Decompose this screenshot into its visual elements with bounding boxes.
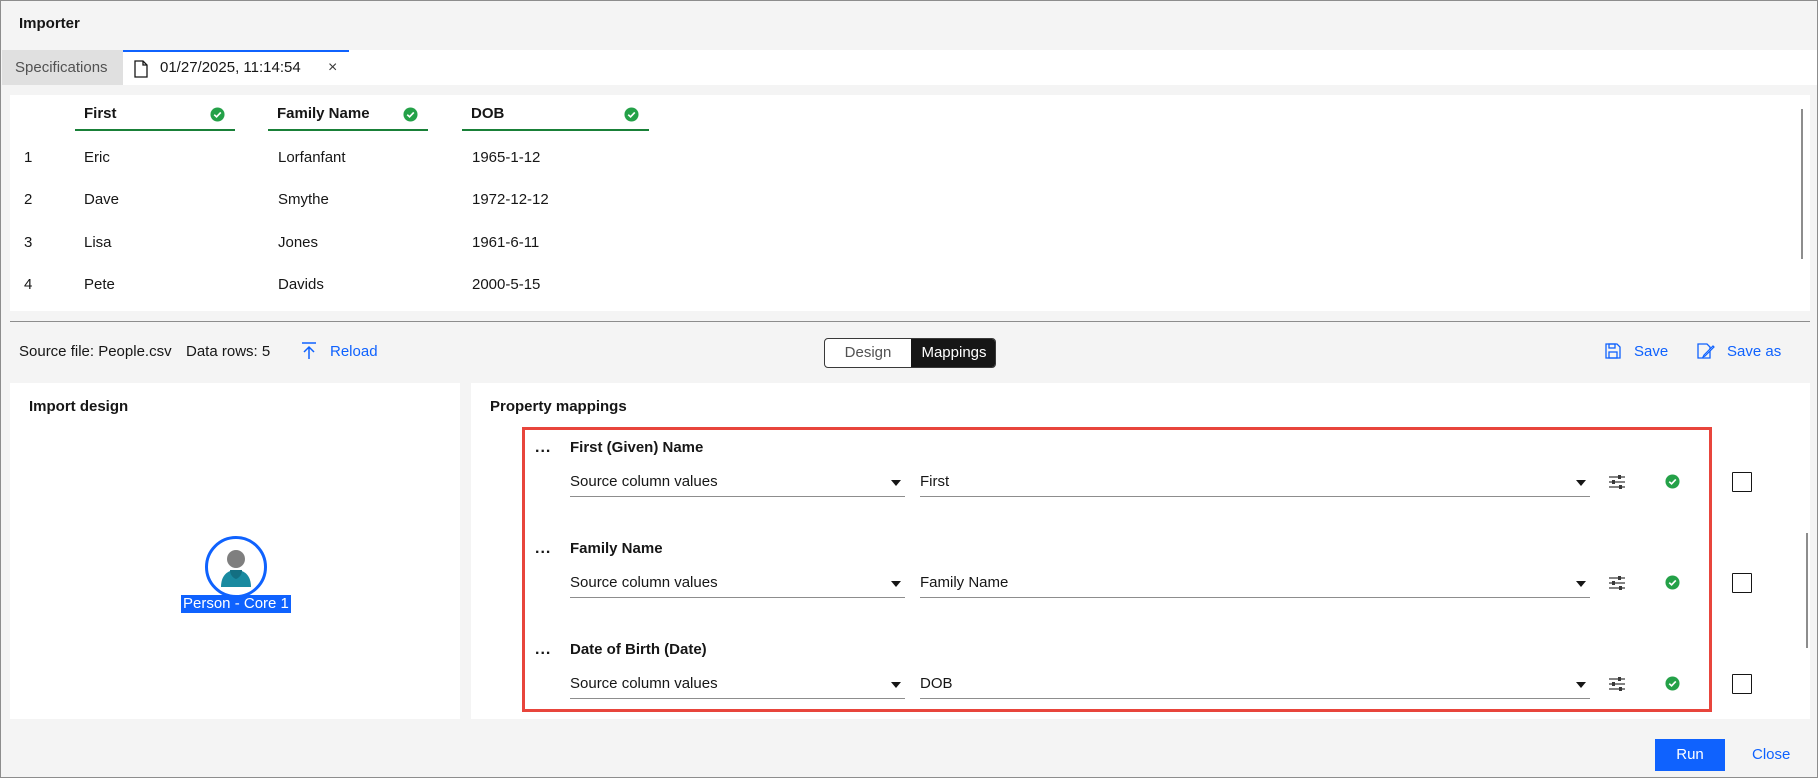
run-button[interactable]: Run	[1655, 739, 1725, 771]
column-header-dob[interactable]: DOB	[462, 101, 649, 131]
mappings-toggle[interactable]: Mappings	[911, 339, 995, 367]
document-icon	[134, 60, 148, 78]
property-mappings-panel: Property mappings ... First (Given) Name…	[471, 383, 1810, 719]
importer-window: Importer Specifications 01/27/2025, 11:1…	[0, 0, 1818, 778]
settings-adjust-icon[interactable]	[1609, 475, 1625, 489]
property-mappings-title: Property mappings	[490, 398, 627, 415]
save-as-icon	[1697, 343, 1715, 359]
mapping-mode-select[interactable]: Source column values	[570, 669, 905, 699]
mapping-row-first-name: ... First (Given) Name Source column val…	[471, 435, 1810, 525]
mapping-label: Family Name	[570, 540, 663, 557]
table-cell: Jones	[278, 234, 319, 251]
check-circle-icon	[210, 107, 225, 122]
table-cell: 2000-5-15	[472, 276, 541, 293]
source-column-select[interactable]: First	[920, 467, 1590, 497]
grid-scrollbar[interactable]	[1801, 109, 1803, 259]
mapping-mode-value: Source column values	[570, 473, 718, 490]
check-circle-icon	[403, 107, 418, 122]
source-file-text: Source file: People.csv	[19, 343, 172, 360]
table-cell: 1965-1-12	[472, 149, 541, 166]
mapping-row-dob: ... Date of Birth (Date) Source column v…	[471, 637, 1810, 727]
mapping-checkbox[interactable]	[1732, 472, 1752, 492]
mappings-scrollbar[interactable]	[1806, 533, 1808, 648]
source-column-select[interactable]: Family Name	[920, 568, 1590, 598]
tab-specifications[interactable]: Specifications	[2, 50, 123, 85]
mapping-mode-select[interactable]: Source column values	[570, 467, 905, 497]
mapping-mode-select[interactable]: Source column values	[570, 568, 905, 598]
table-cell: Smythe	[278, 191, 329, 208]
close-button[interactable]: Close	[1752, 746, 1790, 763]
caret-down-icon	[891, 480, 901, 486]
mapping-checkbox[interactable]	[1732, 674, 1752, 694]
mapping-label: First (Given) Name	[570, 439, 704, 456]
save-label: Save	[1634, 343, 1669, 360]
table-cell: Lisa	[84, 234, 112, 251]
mapping-mode-value: Source column values	[570, 675, 718, 692]
check-circle-icon	[1665, 575, 1680, 590]
mapping-checkbox[interactable]	[1732, 573, 1752, 593]
table-cell: Pete	[84, 276, 115, 293]
person-avatar-icon	[221, 550, 251, 587]
tab-bar: Specifications 01/27/2025, 11:14:54 ×	[2, 50, 1817, 85]
save-as-label: Save as	[1727, 343, 1782, 360]
import-design-title: Import design	[29, 398, 129, 415]
data-preview-grid: First Family Name DOB 1 Eric Lorfanfant …	[10, 95, 1810, 311]
import-design-panel: Import design Person - Core 1	[10, 383, 460, 719]
table-cell: Eric	[84, 149, 110, 166]
column-header-first[interactable]: First	[75, 101, 235, 131]
caret-down-icon	[1576, 682, 1586, 688]
source-column-select[interactable]: DOB	[920, 669, 1590, 699]
more-options-icon[interactable]: ...	[535, 439, 551, 457]
view-switcher: Design Mappings	[824, 338, 996, 368]
column-header-family-name[interactable]: Family Name	[268, 101, 428, 131]
table-cell: Lorfanfant	[278, 149, 346, 166]
source-column-value: Family Name	[920, 574, 1009, 591]
section-divider	[10, 321, 1810, 322]
source-column-value: DOB	[920, 675, 953, 692]
row-number: 3	[24, 234, 33, 251]
upload-icon	[302, 342, 316, 359]
mapping-row-family-name: ... Family Name Source column values Fam…	[471, 536, 1810, 626]
table-cell: Dave	[84, 191, 120, 208]
check-circle-icon	[624, 107, 639, 122]
mapping-label: Date of Birth (Date)	[570, 641, 707, 658]
caret-down-icon	[891, 682, 901, 688]
table-cell: 1961-6-11	[472, 234, 540, 251]
caret-down-icon	[891, 581, 901, 587]
column-header-label: First	[84, 105, 117, 122]
settings-adjust-icon[interactable]	[1609, 677, 1625, 691]
row-number: 1	[24, 149, 33, 166]
check-circle-icon	[1665, 676, 1680, 691]
column-header-label: DOB	[471, 105, 505, 122]
caret-down-icon	[1576, 581, 1586, 587]
column-header-label: Family Name	[277, 105, 370, 122]
close-tab-icon[interactable]: ×	[328, 52, 337, 83]
data-rows-text: Data rows: 5	[186, 343, 271, 360]
window-title: Importer	[19, 15, 80, 32]
mapping-mode-value: Source column values	[570, 574, 718, 591]
row-number: 2	[24, 191, 33, 208]
reload-label: Reload	[330, 343, 378, 360]
tab-file-label: 01/27/2025, 11:14:54	[160, 59, 301, 76]
person-node[interactable]	[205, 536, 267, 598]
caret-down-icon	[1576, 480, 1586, 486]
design-toggle[interactable]: Design	[825, 339, 911, 367]
more-options-icon[interactable]: ...	[535, 641, 551, 659]
more-options-icon[interactable]: ...	[535, 540, 551, 558]
table-cell: Davids	[278, 276, 324, 293]
tab-file[interactable]: 01/27/2025, 11:14:54 ×	[123, 50, 349, 85]
check-circle-icon	[1665, 474, 1680, 489]
source-column-value: First	[920, 473, 950, 490]
person-node-label[interactable]: Person - Core 1	[181, 595, 291, 613]
settings-adjust-icon[interactable]	[1609, 576, 1625, 590]
save-icon	[1605, 343, 1621, 359]
row-number: 4	[24, 276, 33, 293]
table-cell: 1972-12-12	[472, 191, 549, 208]
